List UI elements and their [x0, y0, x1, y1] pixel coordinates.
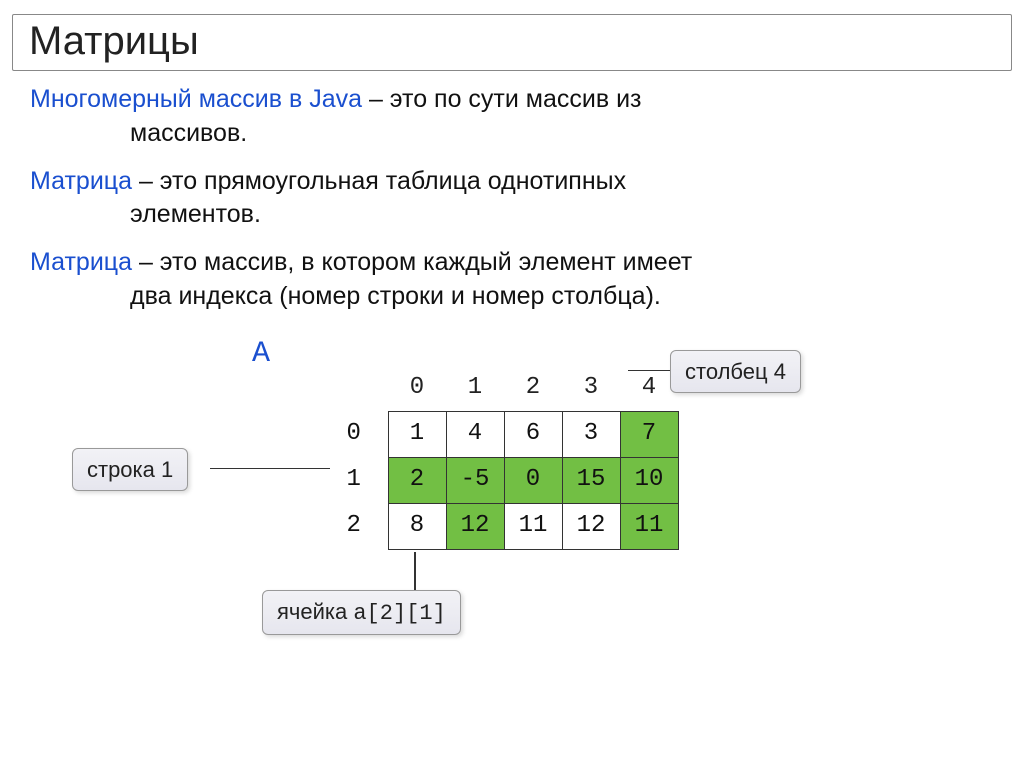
col-header-row: 0 1 2 3 4 — [330, 366, 678, 412]
cell-0-4: 7 — [620, 412, 678, 458]
row-header-0: 0 — [330, 412, 388, 458]
cell-0-1: 4 — [446, 412, 504, 458]
title-container: Матрицы — [12, 14, 1012, 71]
cell-2-0: 8 — [388, 504, 446, 550]
callout-cell-code: a[2][1] — [353, 601, 445, 626]
connector-column — [628, 370, 672, 372]
cell-1-3: 15 — [562, 458, 620, 504]
cell-1-4: 10 — [620, 458, 678, 504]
matrix-row-2: 2 8 12 11 12 11 — [330, 504, 678, 550]
definition-1: Многомерный массив в Java – это по сути … — [30, 83, 994, 151]
cell-1-0: 2 — [388, 458, 446, 504]
row-header-1: 1 — [330, 458, 388, 504]
def3-line2: два индекса (номер строки и номер столбц… — [130, 280, 994, 314]
cell-1-1: -5 — [446, 458, 504, 504]
def1-line2: массивов. — [130, 117, 994, 151]
cell-2-3: 12 — [562, 504, 620, 550]
term-1: Многомерный массив в Java — [30, 85, 362, 113]
callout-column: столбец 4 — [670, 350, 801, 394]
callout-cell-prefix: ячейка — [277, 599, 353, 624]
row-header-2: 2 — [330, 504, 388, 550]
definition-3: Матрица – это массив, в котором каждый э… — [30, 246, 994, 314]
cell-2-2: 11 — [504, 504, 562, 550]
col-header-2: 2 — [504, 366, 562, 412]
content-area: Многомерный массив в Java – это по сути … — [12, 83, 1012, 666]
col-header-0: 0 — [388, 366, 446, 412]
term-2: Матрица — [30, 167, 132, 195]
connector-row — [210, 468, 330, 470]
slide: Матрицы Многомерный массив в Java – это … — [0, 0, 1024, 767]
slide-title: Матрицы — [29, 19, 995, 64]
matrix-name-label: A — [252, 334, 270, 375]
callout-cell: ячейка a[2][1] — [262, 590, 461, 636]
def3-line1: – это массив, в котором каждый элемент и… — [132, 248, 692, 276]
def1-line1: – это по сути массив из — [362, 85, 641, 113]
col-header-3: 3 — [562, 366, 620, 412]
col-header-1: 1 — [446, 366, 504, 412]
def2-line2: элементов. — [130, 198, 994, 232]
matrix-row-1: 1 2 -5 0 15 10 — [330, 458, 678, 504]
cell-1-2: 0 — [504, 458, 562, 504]
definition-2: Матрица – это прямоугольная таблица одно… — [30, 165, 994, 233]
connector-cell — [414, 552, 416, 592]
matrix-table: 0 1 2 3 4 0 1 4 6 3 7 1 2 -5 — [330, 366, 679, 551]
cell-0-2: 6 — [504, 412, 562, 458]
cell-2-4: 11 — [620, 504, 678, 550]
cell-2-1: 12 — [446, 504, 504, 550]
def2-line1: – это прямоугольная таблица однотипных — [132, 167, 626, 195]
cell-0-3: 3 — [562, 412, 620, 458]
matrix-diagram: A 0 1 2 3 4 0 1 4 6 3 7 — [30, 336, 994, 666]
callout-row: строка 1 — [72, 448, 188, 492]
term-3: Матрица — [30, 248, 132, 276]
matrix-row-0: 0 1 4 6 3 7 — [330, 412, 678, 458]
cell-0-0: 1 — [388, 412, 446, 458]
